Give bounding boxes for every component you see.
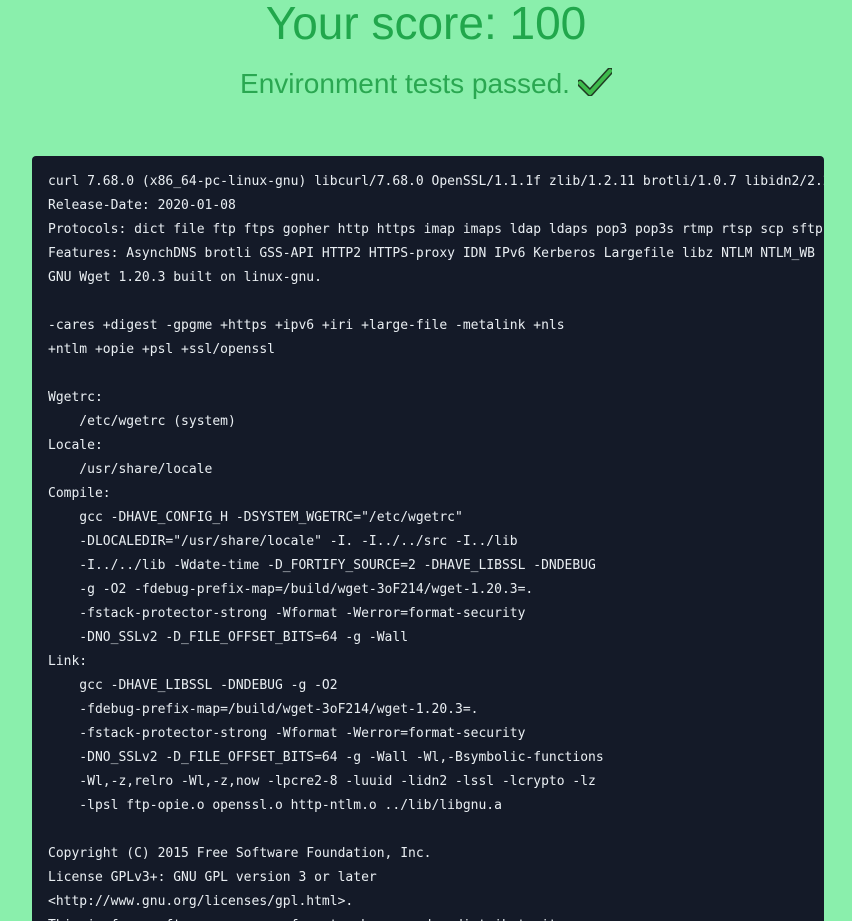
score-heading: Your score: 100 (265, 0, 587, 49)
status-text: Environment tests passed. (240, 68, 570, 99)
status-message: Environment tests passed. (0, 66, 852, 102)
checkmark-icon (577, 68, 612, 96)
terminal-output-text: curl 7.68.0 (x86_64-pc-linux-gnu) libcur… (48, 174, 824, 921)
terminal-output-panel: curl 7.68.0 (x86_64-pc-linux-gnu) libcur… (32, 156, 824, 921)
